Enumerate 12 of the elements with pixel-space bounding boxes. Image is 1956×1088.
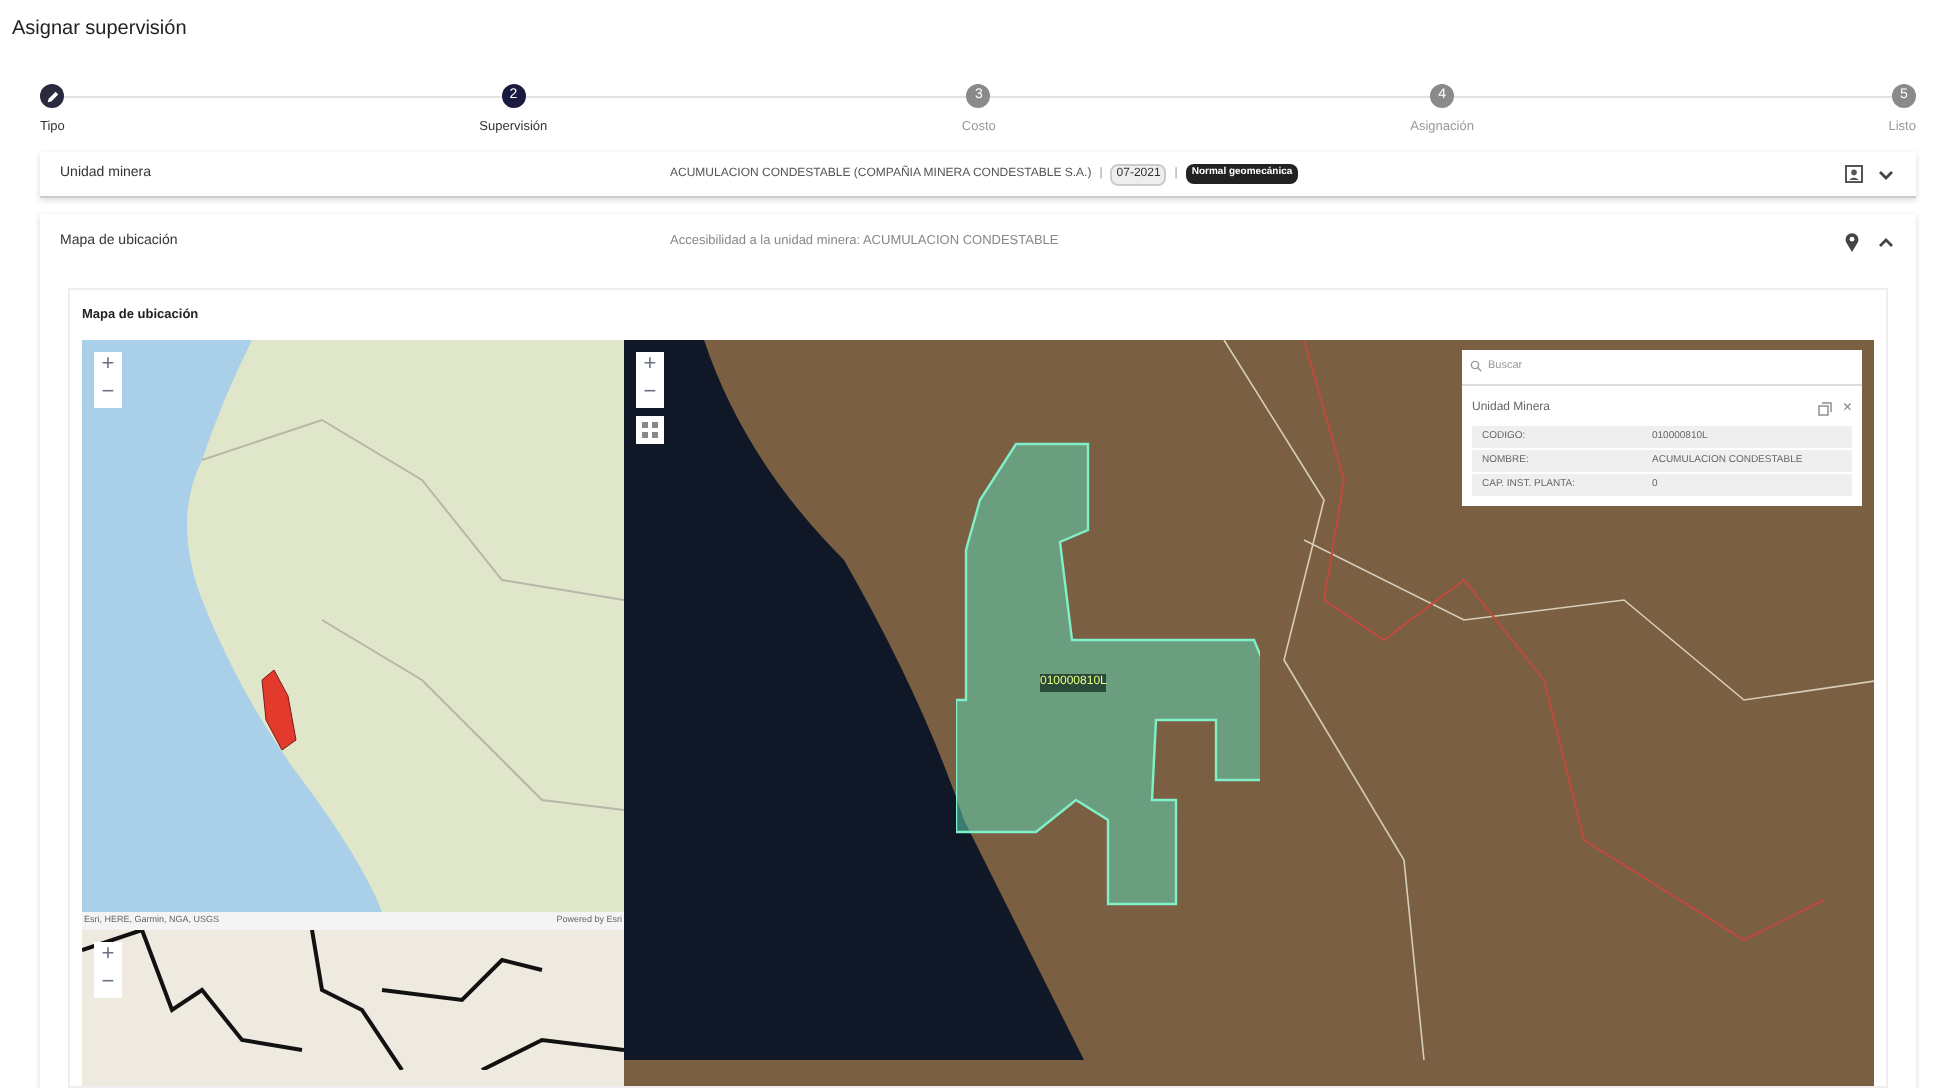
close-button[interactable]: × xyxy=(1842,400,1852,417)
page-title: Asignar supervisión xyxy=(10,16,189,44)
pencil-icon xyxy=(45,89,59,103)
location-pin-icon[interactable] xyxy=(1844,232,1860,252)
overview-map[interactable]: + − xyxy=(82,339,624,912)
dock-icon[interactable] xyxy=(1818,401,1833,416)
user-card-icon[interactable] xyxy=(1844,164,1864,184)
grid-icon xyxy=(642,421,658,438)
search-icon xyxy=(1470,360,1482,373)
step-indicator[interactable] xyxy=(40,84,64,108)
detail-map[interactable]: + − xyxy=(82,929,624,1086)
basemap-toggle-button[interactable] xyxy=(636,415,664,444)
